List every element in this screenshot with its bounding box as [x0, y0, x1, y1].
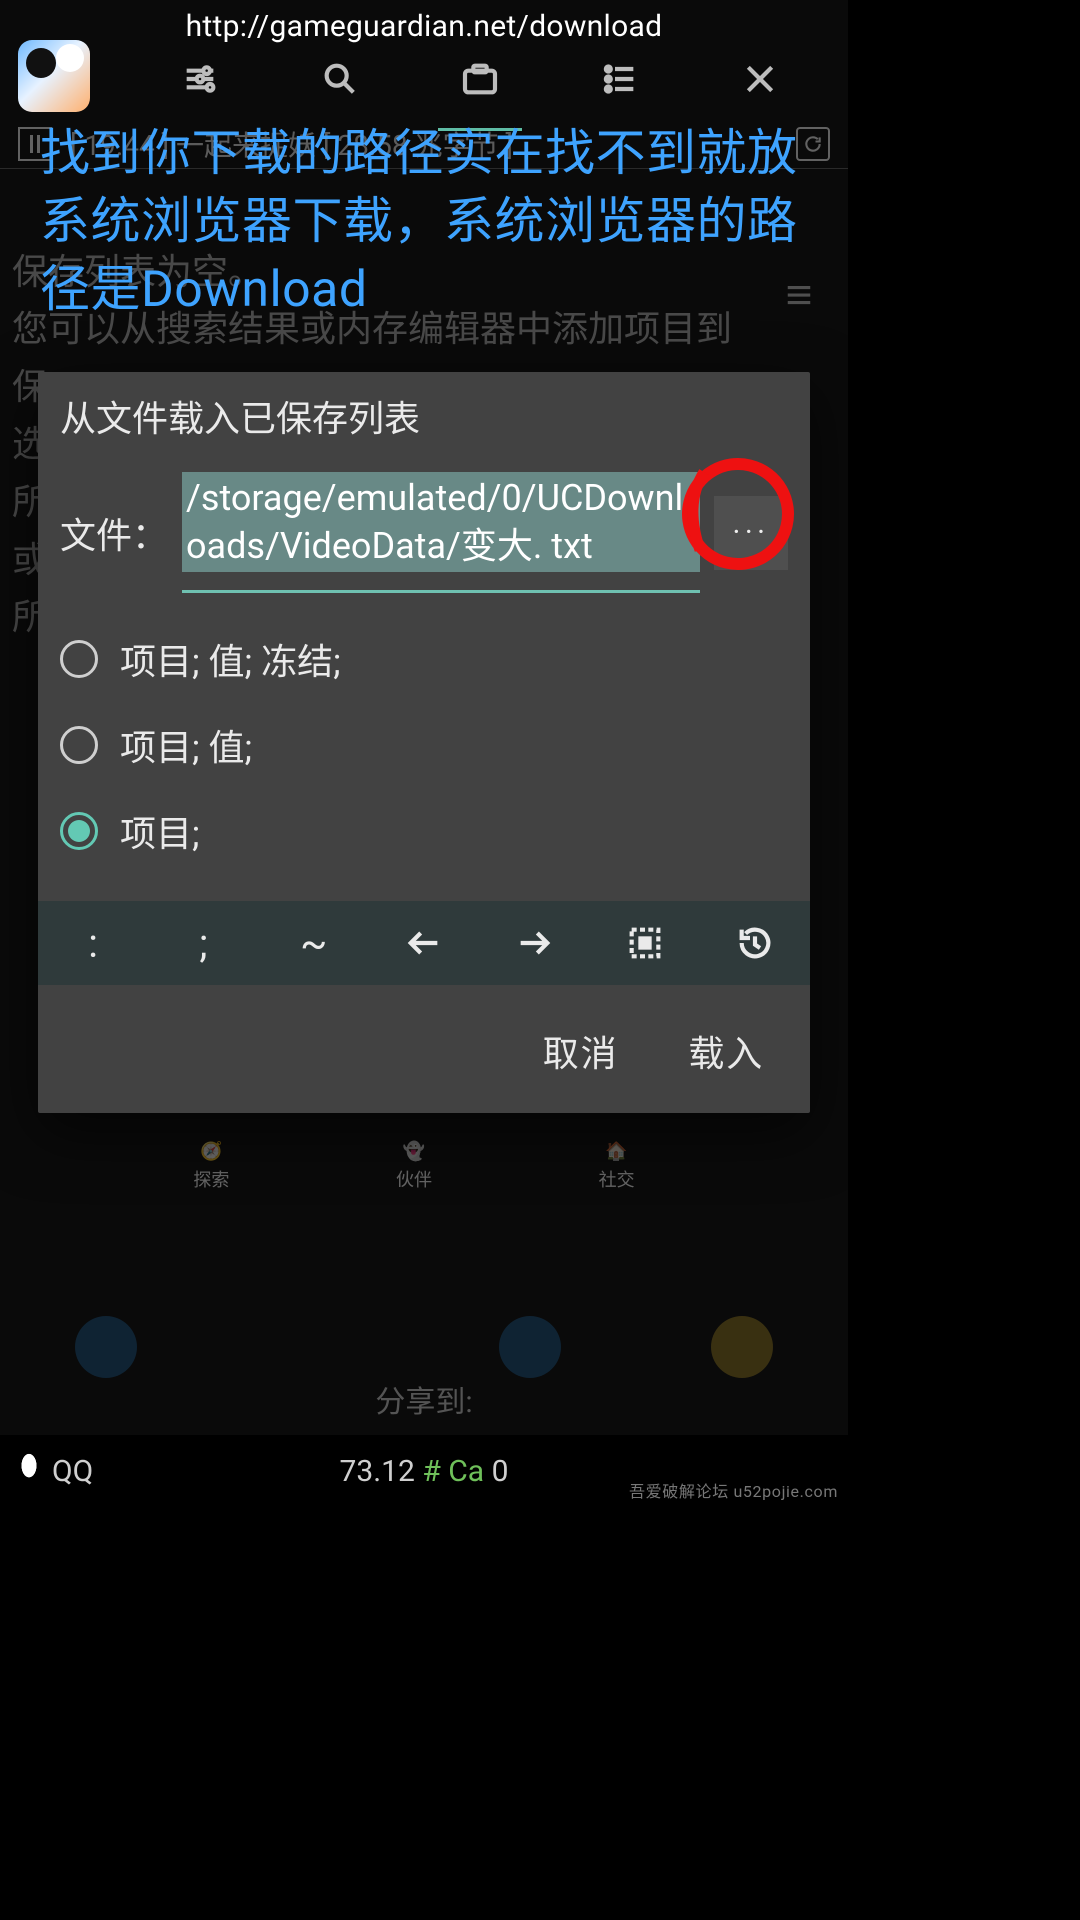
select-all-icon[interactable] [589, 901, 699, 985]
share-label: 分享到: [0, 1377, 848, 1421]
url-bar: http://gameguardian.net/download [0, 0, 848, 52]
load-mode-radios: 项目; 值; 冻结; 项目; 值; 项目; [38, 607, 810, 867]
radio-item-value-freeze[interactable]: 项目; 值; 冻结; [60, 633, 788, 685]
browse-button[interactable]: ··· [714, 496, 788, 570]
arrow-left-icon[interactable] [369, 901, 479, 985]
target-app-icon[interactable] [18, 40, 90, 112]
game-nav-social: 🏠社交 [599, 1141, 635, 1192]
share-album-icon[interactable] [75, 1316, 137, 1378]
load-button[interactable]: 载入 [688, 1025, 764, 1077]
settings-sliders-icon[interactable] [130, 49, 270, 109]
insert-semicolon-button[interactable]: ; [148, 901, 258, 985]
dialog-actions: 取消 载入 [38, 985, 810, 1113]
watermark: 吾爱破解论坛 u52pojie.com [629, 1483, 838, 1501]
radio-icon [60, 812, 98, 850]
radio-icon [60, 726, 98, 764]
gg-status-bar: QQ 73.12 # Ca 0 吾爱破解论坛 u52pojie.com [0, 1435, 848, 1507]
arrow-right-icon[interactable] [479, 901, 589, 985]
url-text: http://gameguardian.net/download [186, 9, 663, 44]
radio-icon [60, 640, 98, 678]
insert-tilde-button[interactable]: ~ [259, 901, 369, 985]
load-list-dialog: 从文件载入已保存列表 文件： /storage/emulated/0/UCDow… [38, 372, 810, 1113]
file-label: 文件： [60, 507, 168, 559]
file-input-row: 文件： /storage/emulated/0/UCDownloads/Vide… [38, 472, 810, 607]
symbol-toolbar: : ; ~ [38, 901, 810, 985]
list-icon[interactable] [550, 49, 690, 109]
share-qq-friend-icon[interactable] [499, 1316, 561, 1378]
share-qzone-icon[interactable] [711, 1316, 773, 1378]
share-icons-row [0, 1307, 848, 1387]
close-icon[interactable] [690, 49, 830, 109]
tutorial-annotation: 找到你下载的路径实在找不到就放系统浏览器下载，系统浏览器的路径是Download [40, 120, 828, 324]
insert-colon-button[interactable]: : [38, 901, 148, 985]
radio-item-value[interactable]: 项目; 值; [60, 719, 788, 771]
qq-indicator: QQ [14, 1453, 93, 1489]
dialog-title: 从文件载入已保存列表 [38, 372, 810, 472]
radio-label: 项目; 值; 冻结; [120, 633, 341, 685]
game-nav-explore: 🧭探索 [193, 1141, 229, 1192]
saved-list-tab-icon[interactable] [410, 49, 550, 109]
gg-top-toolbar [0, 48, 848, 110]
radio-label: 项目; 值; [120, 719, 252, 771]
history-icon[interactable] [700, 901, 810, 985]
file-path-input[interactable]: /storage/emulated/0/UCDownloads/VideoDat… [182, 472, 700, 593]
qq-penguin-icon [14, 1453, 44, 1489]
radio-item-only[interactable]: 项目; [60, 805, 788, 857]
status-center: 73.12 # Ca 0 [340, 1454, 509, 1489]
radio-label: 项目; [120, 805, 200, 857]
search-icon[interactable] [270, 49, 410, 109]
game-nav-partner: 👻伙伴 [396, 1141, 432, 1192]
cancel-button[interactable]: 取消 [543, 1025, 619, 1077]
